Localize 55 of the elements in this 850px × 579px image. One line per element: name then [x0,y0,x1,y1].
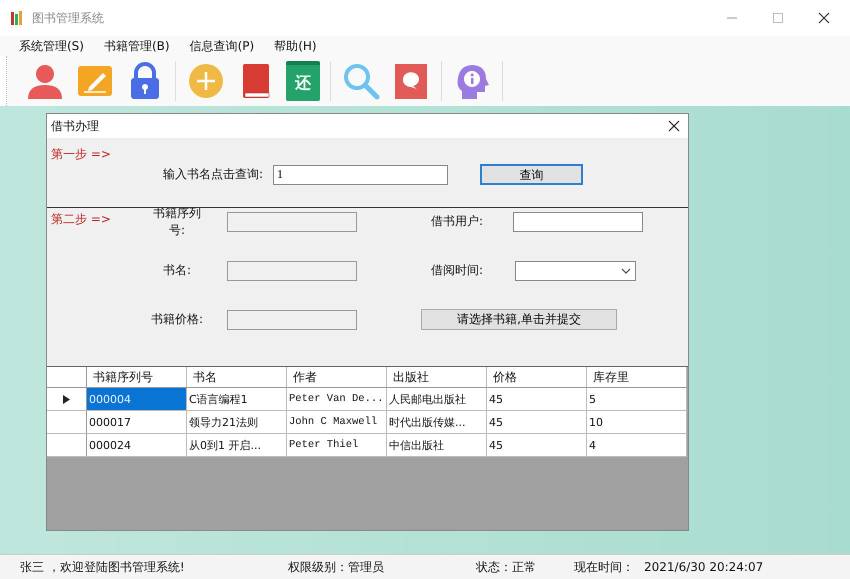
table-cell: Peter Thiel [287,434,387,456]
dropdown-field[interactable] [515,260,636,280]
close-icon[interactable] [668,120,680,132]
status-text: 2021/6/30 20:24:07 [644,560,764,574]
maximize-icon[interactable] [772,12,784,24]
table-cell: 45 [487,388,587,410]
query-button[interactable]: 查询 [480,164,584,185]
table-cell: 000004 [87,388,187,410]
table-cell: 领导力21法则 [187,411,287,433]
add-icon[interactable] [186,61,226,101]
chevron-down-icon [621,268,631,274]
status-text: 权限级别：管理员 [288,558,385,576]
table-cell: Peter Van De... [287,388,387,410]
status-text: 现在时间： [574,558,635,576]
table-cell: 5 [587,388,687,410]
table-cell: 45 [487,411,587,433]
table-cell: 45 [487,434,587,456]
window-title: 图书管理系统 [32,10,104,26]
step-label: 第二步 => [50,211,112,228]
close-icon[interactable] [818,12,830,24]
column-header[interactable]: 库存里 [587,367,687,387]
menu-item[interactable]: 信息查询(P) [190,38,254,54]
status-text: 张三 ，欢迎登陆图书管理系统! [20,558,186,576]
query-label: 输入书名点击查询: [163,166,264,183]
step-label: 第一步 => [50,147,111,161]
books-icon [10,10,24,26]
field-label: 书籍价格: [150,311,204,328]
field-label: 书籍序列号: [152,204,202,238]
field-label: 书名: [162,262,192,279]
table-cell: 中信出版社 [387,434,487,456]
submit-button[interactable]: 请选择书籍,单击并提交 [421,309,617,330]
field-label: 借书用户: [431,213,484,230]
column-header[interactable]: 书名 [187,367,287,387]
input-field[interactable] [513,212,643,232]
column-header[interactable]: 作者 [287,367,387,387]
column-header[interactable]: 出版社 [387,367,487,387]
table-cell: 4 [587,434,687,456]
status-text: 状态：正常 [476,558,537,576]
table-cell: C语言编程1 [187,388,287,410]
book-name-input[interactable]: 1 [273,164,448,184]
field-label: 借阅时间: [431,262,484,279]
table-cell: 从0到1 开启... [187,434,287,456]
menu-item[interactable]: 帮助(H) [274,38,317,54]
table-cell: 时代出版传媒... [387,411,487,433]
table-cell: 10 [587,411,687,433]
dialog-title: 借书办理 [51,118,99,134]
table-cell: 000017 [87,411,187,433]
column-header[interactable]: 书籍序列号 [87,367,187,387]
search-icon[interactable] [341,61,381,101]
table-cell: 000024 [87,434,187,456]
menu-item[interactable]: 书籍管理(B) [104,38,170,54]
table-cell: 人民邮电出版社 [387,388,487,410]
table-cell: John C Maxwell [287,411,387,433]
column-header[interactable]: 价格 [487,367,587,387]
menu-item[interactable]: 系统管理(S) [19,38,84,54]
